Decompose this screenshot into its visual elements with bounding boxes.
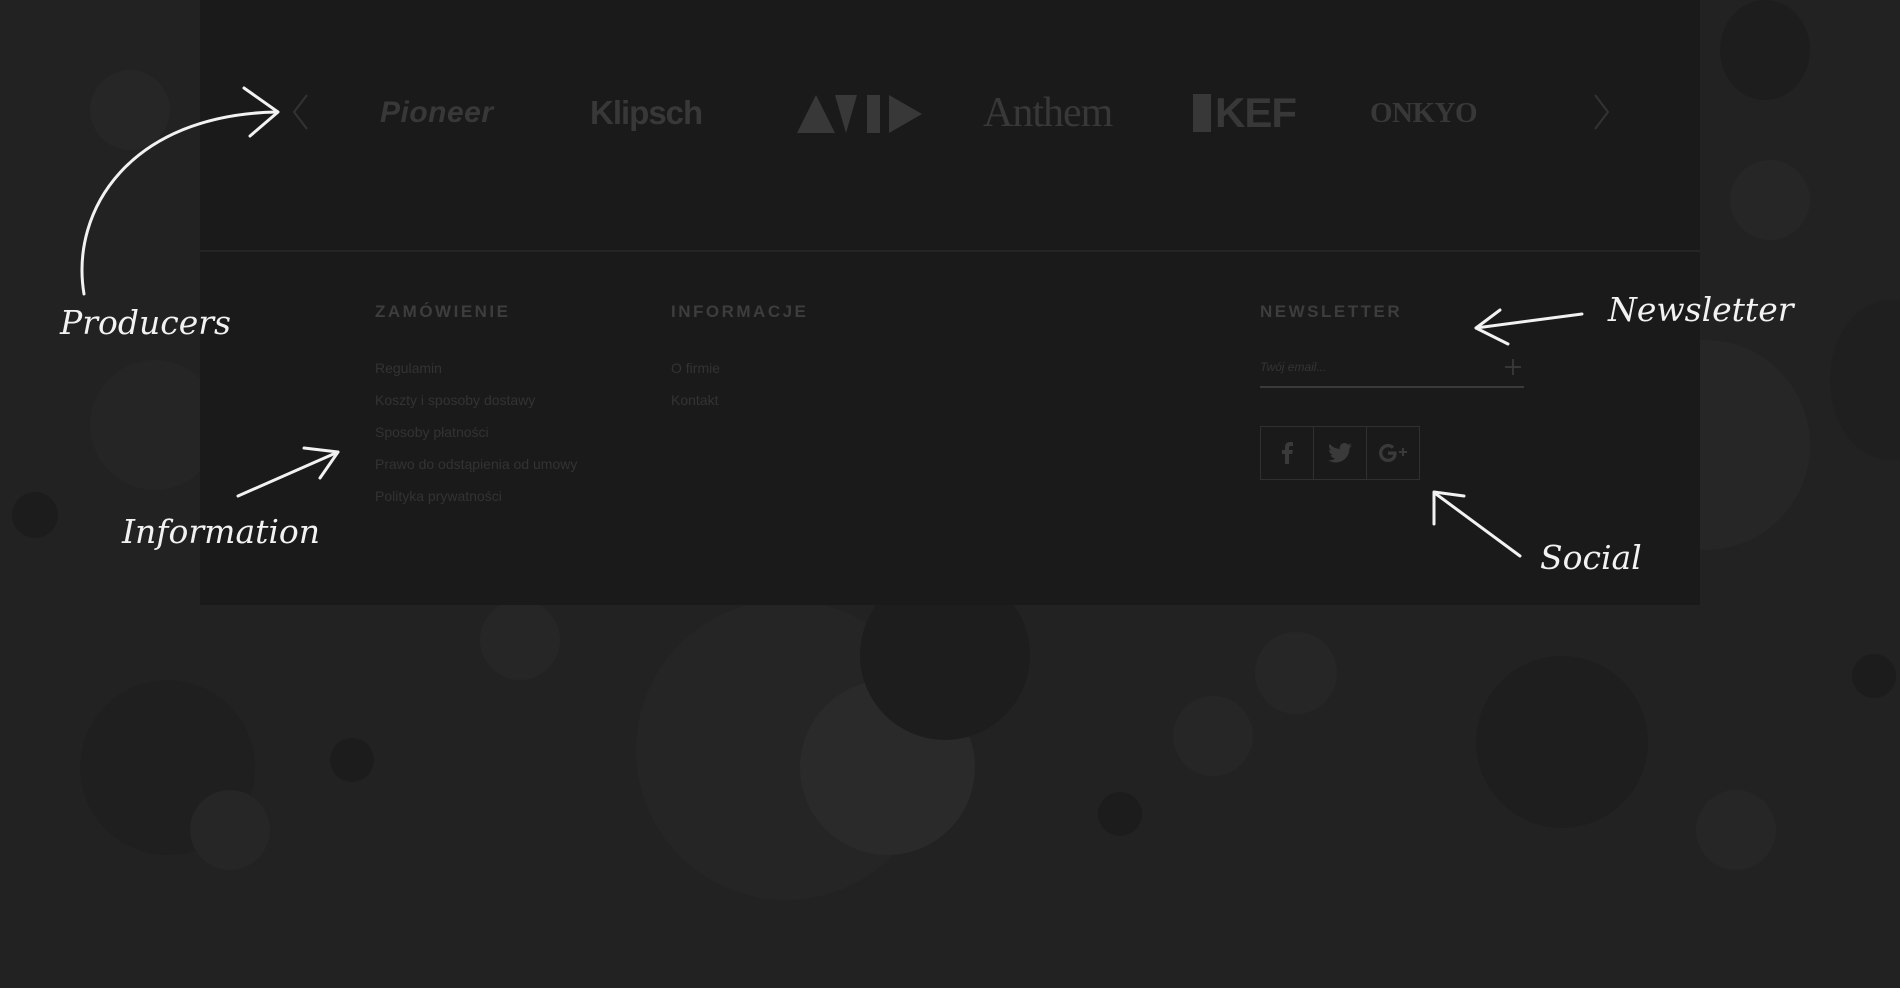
link-about[interactable]: O firmie: [671, 360, 808, 376]
annotation-newsletter: Newsletter: [1608, 290, 1794, 329]
social-links: [1260, 426, 1420, 480]
brand-logo-onkyo[interactable]: ONKYO: [1370, 88, 1530, 138]
brand-logo-klipsch[interactable]: Klipsch: [590, 88, 740, 138]
link-payment[interactable]: Sposoby płatności: [375, 424, 577, 440]
annotation-information: Information: [122, 512, 321, 551]
newsletter-submit-button[interactable]: [1502, 356, 1524, 378]
carousel-next-button[interactable]: [1591, 92, 1613, 132]
brand-name: ONKYO: [1370, 96, 1478, 129]
twitter-button[interactable]: [1314, 426, 1367, 480]
info-column: INFORMACJE O firmie Kontakt: [671, 302, 808, 424]
link-regulamin[interactable]: Regulamin: [375, 360, 577, 376]
brand-logo-kef[interactable]: KEF: [1193, 88, 1323, 138]
order-column: ZAMÓWIENIE Regulamin Koszty i sposoby do…: [375, 302, 577, 520]
footer-panel: Pioneer Klipsch Anthem KEF ONKYO ZAMÓWIE…: [200, 0, 1700, 605]
google-plus-button[interactable]: [1367, 426, 1420, 480]
brand-logo-anthem[interactable]: Anthem: [983, 88, 1143, 138]
brand-name: KEF: [1215, 89, 1297, 136]
brand-name: Pioneer: [380, 96, 494, 129]
link-withdrawal[interactable]: Prawo do odstąpienia od umowy: [375, 456, 577, 472]
brand-logo-avid[interactable]: [797, 88, 922, 138]
avid-logo-icon: [797, 95, 922, 133]
newsletter-form: [1260, 350, 1524, 388]
newsletter-email-input[interactable]: [1260, 350, 1490, 384]
annotation-producers: Producers: [60, 303, 231, 342]
brand-logo-pioneer[interactable]: Pioneer: [380, 88, 525, 138]
order-title: ZAMÓWIENIE: [375, 302, 511, 321]
chevron-left-icon: [292, 94, 308, 130]
brand-name: Klipsch: [590, 94, 703, 131]
link-delivery[interactable]: Koszty i sposoby dostawy: [375, 392, 577, 408]
newsletter-column: NEWSLETTER: [1260, 302, 1524, 388]
facebook-icon: [1282, 442, 1293, 464]
carousel-prev-button[interactable]: [289, 92, 311, 132]
brand-name: Anthem: [983, 90, 1113, 136]
google-plus-icon: [1379, 444, 1407, 462]
chevron-right-icon: [1594, 94, 1610, 130]
facebook-button[interactable]: [1260, 426, 1314, 480]
annotation-social: Social: [1540, 538, 1642, 577]
info-title: INFORMACJE: [671, 302, 809, 321]
plus-icon: [1505, 359, 1521, 375]
twitter-icon: [1328, 443, 1352, 463]
newsletter-title: NEWSLETTER: [1260, 302, 1403, 321]
kef-mark-icon: [1193, 94, 1211, 132]
link-contact[interactable]: Kontakt: [671, 392, 808, 408]
producers-carousel: Pioneer Klipsch Anthem KEF ONKYO: [200, 0, 1700, 252]
link-privacy[interactable]: Polityka prywatności: [375, 488, 577, 504]
